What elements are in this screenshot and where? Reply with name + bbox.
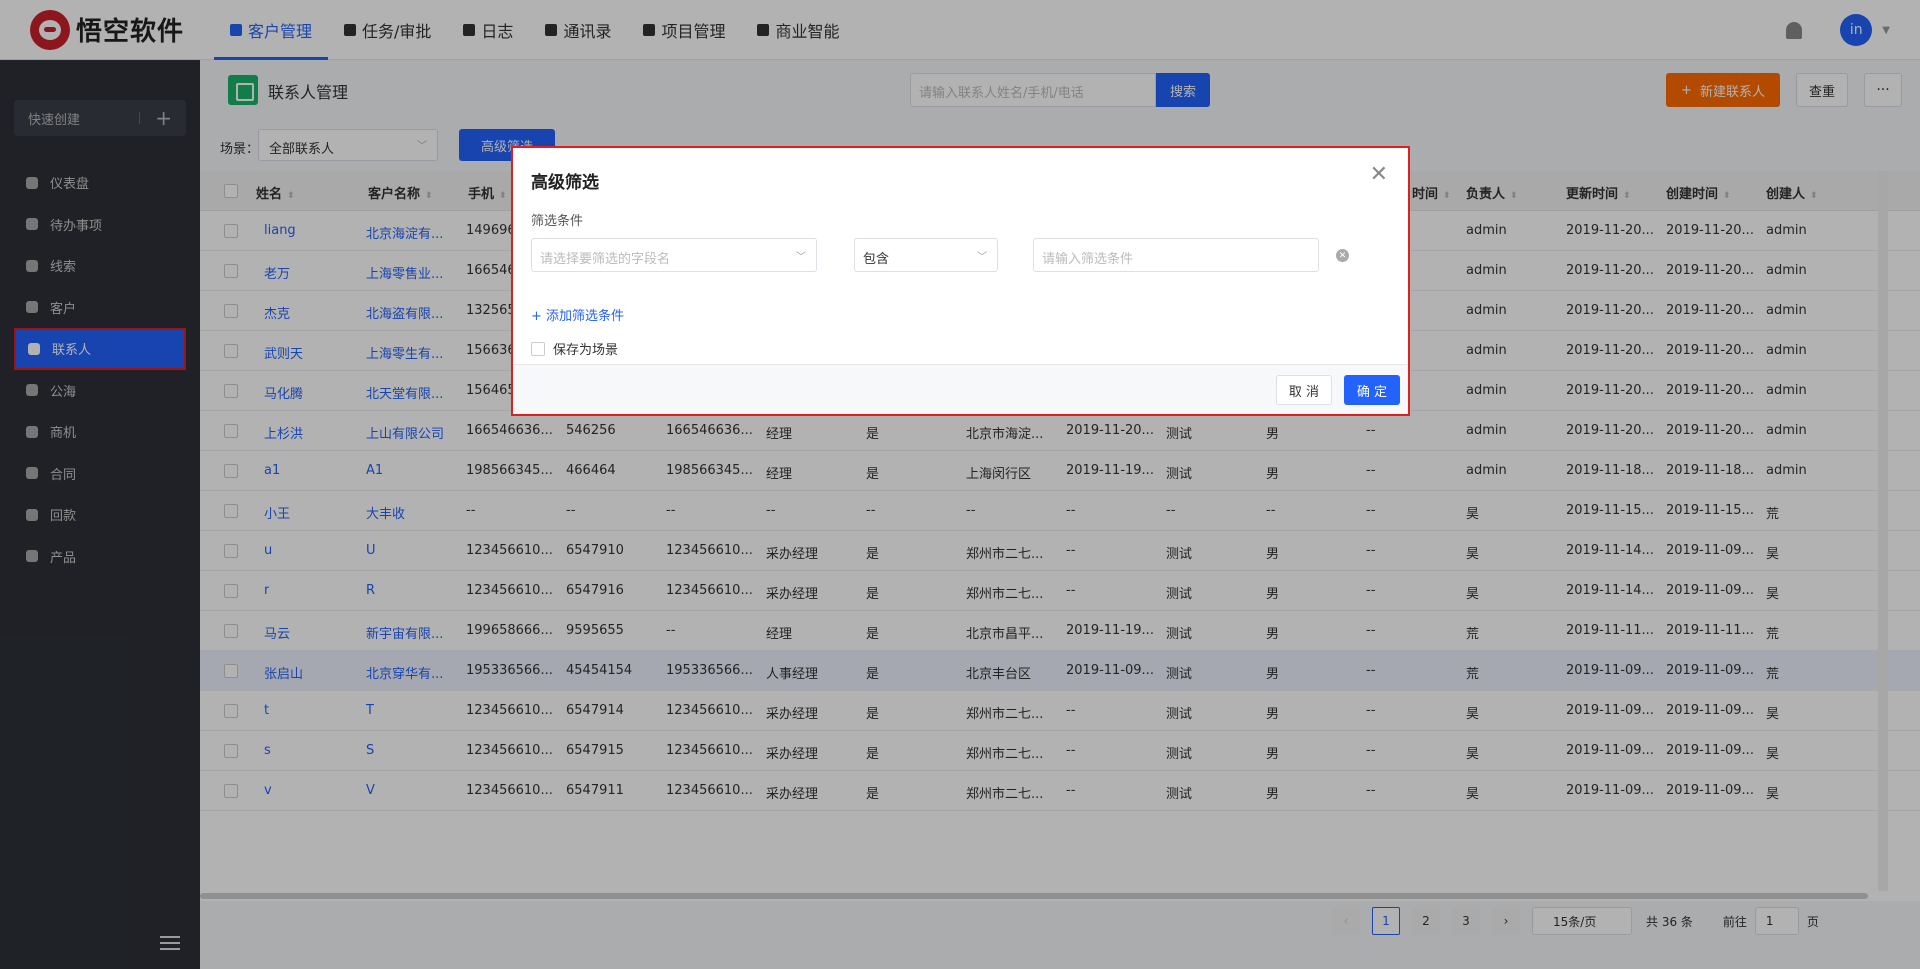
dialog-footer: 取 消 确 定 bbox=[513, 364, 1408, 414]
cancel-button[interactable]: 取 消 bbox=[1276, 375, 1332, 405]
close-icon[interactable]: ✕ bbox=[1370, 162, 1388, 187]
confirm-button[interactable]: 确 定 bbox=[1344, 375, 1400, 405]
checkbox-icon[interactable] bbox=[531, 341, 545, 356]
remove-condition-icon[interactable]: ✕ bbox=[1336, 249, 1349, 262]
dialog-title: 高级筛选 bbox=[531, 173, 599, 193]
field-select[interactable]: 请选择要筛选的字段名 ﹀ bbox=[531, 238, 817, 272]
add-condition-link[interactable]: + 添加筛选条件 bbox=[531, 305, 624, 324]
chevron-down-icon: ﹀ bbox=[796, 252, 806, 263]
save-as-scene-label: 保存为场景 bbox=[553, 343, 619, 358]
field-select-placeholder: 请选择要筛选的字段名 bbox=[540, 252, 671, 267]
advanced-filter-dialog: 高级筛选 ✕ 筛选条件 请选择要筛选的字段名 ﹀ 包含 ﹀ 请输入筛选条件 ✕ … bbox=[511, 146, 1410, 416]
filter-conditions-label: 筛选条件 bbox=[531, 214, 584, 229]
operator-value: 包含 bbox=[863, 252, 890, 267]
chevron-down-icon: ﹀ bbox=[977, 252, 987, 263]
operator-select[interactable]: 包含 ﹀ bbox=[854, 238, 998, 272]
save-as-scene-checkbox[interactable]: 保存为场景 bbox=[531, 339, 618, 358]
filter-value-input[interactable]: 请输入筛选条件 bbox=[1033, 238, 1319, 272]
